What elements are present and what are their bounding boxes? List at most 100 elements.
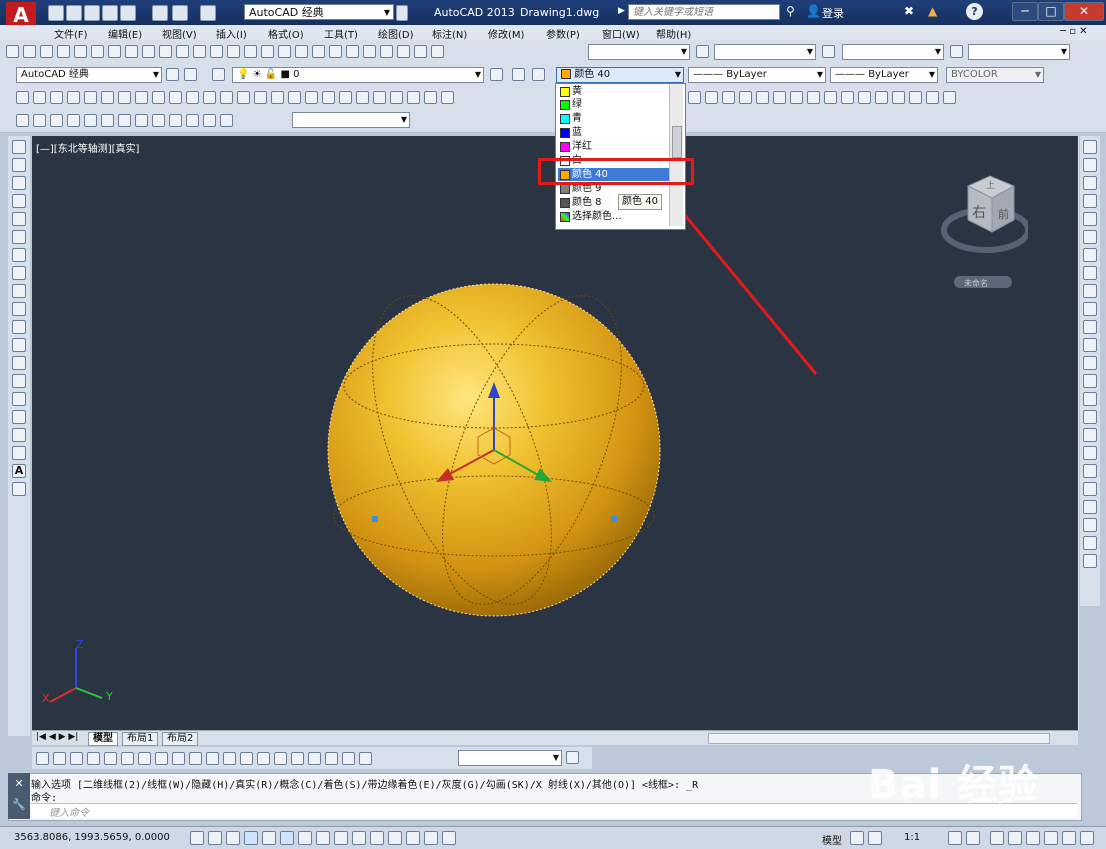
dim-style-icon[interactable] — [696, 45, 709, 58]
publish-icon[interactable] — [91, 45, 104, 58]
ellipse-icon[interactable] — [12, 302, 26, 316]
offset-icon[interactable] — [1083, 194, 1097, 208]
maximize-button[interactable]: □ — [1038, 2, 1064, 21]
plot-icon[interactable] — [57, 45, 70, 58]
menu-modify[interactable]: 修改(M) — [488, 26, 524, 41]
save-as-icon[interactable] — [102, 5, 118, 21]
clean-screen-icon[interactable] — [1080, 831, 1094, 845]
point-icon[interactable] — [12, 374, 26, 388]
flatshot-icon[interactable] — [722, 91, 735, 104]
workspace-settings-icon[interactable] — [166, 68, 179, 81]
torus-icon[interactable] — [118, 91, 131, 104]
horizontal-scrollbar[interactable] — [708, 733, 1050, 744]
model-space-label[interactable]: 模型 — [822, 832, 842, 847]
front-view-icon[interactable] — [101, 114, 114, 127]
user-icon[interactable]: 👤 — [806, 4, 821, 18]
shell-icon[interactable] — [926, 91, 939, 104]
break-at-point-icon[interactable] — [1083, 338, 1097, 352]
dropdown-scrollbar[interactable] — [669, 84, 683, 226]
layer-previous-icon[interactable] — [512, 68, 525, 81]
dim-update-icon[interactable] — [359, 752, 372, 765]
region-icon[interactable] — [12, 428, 26, 442]
redo-icon[interactable] — [227, 45, 240, 58]
continue-dim-icon[interactable] — [206, 752, 219, 765]
polyline-icon[interactable] — [12, 176, 26, 190]
fillet-icon[interactable] — [1083, 410, 1097, 424]
exchange-icon[interactable]: ✖ — [904, 4, 914, 18]
help-icon[interactable] — [414, 45, 427, 58]
properties-icon[interactable] — [312, 45, 325, 58]
spline-icon[interactable] — [12, 284, 26, 298]
ucs-icon[interactable] — [220, 114, 233, 127]
dropdown-scroll-thumb[interactable] — [672, 126, 682, 158]
binoculars-icon[interactable]: ⚲ — [786, 4, 802, 20]
multileader-style-combo[interactable]: ▼ — [968, 44, 1070, 60]
match-properties-icon[interactable] — [176, 45, 189, 58]
section-plane-icon[interactable] — [705, 91, 718, 104]
undo-icon[interactable] — [210, 45, 223, 58]
tool-palettes-icon[interactable] — [346, 45, 359, 58]
color-option-select-color[interactable]: 选择颜色... — [558, 210, 622, 223]
chamfer-icon[interactable] — [1083, 392, 1097, 406]
helix-icon[interactable] — [152, 91, 165, 104]
linetype-combo[interactable]: ——— ByLayer ▼ — [688, 67, 826, 83]
color-option-8[interactable]: 颜色 8 — [558, 196, 602, 209]
annotation-visibility-icon[interactable] — [948, 831, 962, 845]
help-icon[interactable]: ? — [966, 3, 983, 20]
color-option-yellow[interactable]: 黄 — [558, 85, 582, 98]
text-front-icon[interactable] — [1083, 536, 1097, 550]
dim-front-icon[interactable] — [1083, 554, 1097, 568]
stretch-icon[interactable] — [1083, 284, 1097, 298]
grip-left[interactable] — [372, 516, 378, 522]
line-icon[interactable] — [12, 140, 26, 154]
pan-icon[interactable] — [244, 45, 257, 58]
wedge-icon[interactable] — [50, 91, 63, 104]
left-view-icon[interactable] — [67, 114, 80, 127]
status-menu-icon[interactable] — [1062, 831, 1076, 845]
delete-faces-icon[interactable] — [790, 91, 803, 104]
copy-icon[interactable] — [142, 45, 155, 58]
explode-icon[interactable] — [1083, 446, 1097, 460]
autodesk360-icon[interactable]: ▲ — [928, 4, 937, 18]
transparency-icon[interactable] — [388, 831, 402, 845]
layer-combo[interactable]: 💡 ☀ 🔓 ■ 0 ▼ — [232, 67, 484, 83]
add-selected-icon[interactable] — [12, 482, 26, 496]
snap-icon[interactable] — [208, 831, 222, 845]
layer-states-icon[interactable] — [532, 68, 545, 81]
ellipse-arc-icon[interactable] — [12, 320, 26, 334]
bottom-view-icon[interactable] — [50, 114, 63, 127]
center-mark-icon[interactable] — [274, 752, 287, 765]
undo-icon[interactable] — [172, 5, 188, 21]
menu-window[interactable]: 窗口(W) — [602, 26, 640, 41]
trim-icon[interactable] — [1083, 302, 1097, 316]
pyramid-icon[interactable] — [135, 91, 148, 104]
quick-view-drawings-icon[interactable] — [868, 831, 882, 845]
search-input[interactable]: 键入关键字或短语 — [628, 4, 780, 20]
multileader-style-icon[interactable] — [950, 45, 963, 58]
convert-solid-icon[interactable] — [424, 91, 437, 104]
customize-icon[interactable] — [184, 68, 197, 81]
camera-icon[interactable] — [203, 114, 216, 127]
make-current-layer-icon[interactable] — [490, 68, 503, 81]
save-icon[interactable] — [84, 5, 100, 21]
ucs-combo[interactable]: ▼ — [292, 112, 410, 128]
text-style-combo[interactable]: ▼ — [588, 44, 690, 60]
dim-space-icon[interactable] — [223, 752, 236, 765]
color-option-blue[interactable]: 蓝 — [558, 126, 582, 139]
back-view-icon[interactable] — [118, 114, 131, 127]
menu-draw[interactable]: 绘图(D) — [378, 26, 414, 41]
3d-print-icon[interactable] — [108, 45, 121, 58]
box-icon[interactable] — [33, 91, 46, 104]
hatch-icon[interactable] — [12, 392, 26, 406]
arc-icon[interactable] — [12, 230, 26, 244]
presspull-icon[interactable] — [203, 91, 216, 104]
otrack-icon[interactable] — [316, 831, 330, 845]
revolve-icon[interactable] — [237, 91, 250, 104]
minimize-button[interactable]: ─ — [1012, 2, 1038, 21]
open-icon[interactable] — [23, 45, 36, 58]
table-icon[interactable] — [12, 446, 26, 460]
sweep-icon[interactable] — [220, 91, 233, 104]
subtract-icon[interactable] — [288, 91, 301, 104]
move-faces-icon[interactable] — [756, 91, 769, 104]
erase-icon[interactable] — [1083, 140, 1097, 154]
